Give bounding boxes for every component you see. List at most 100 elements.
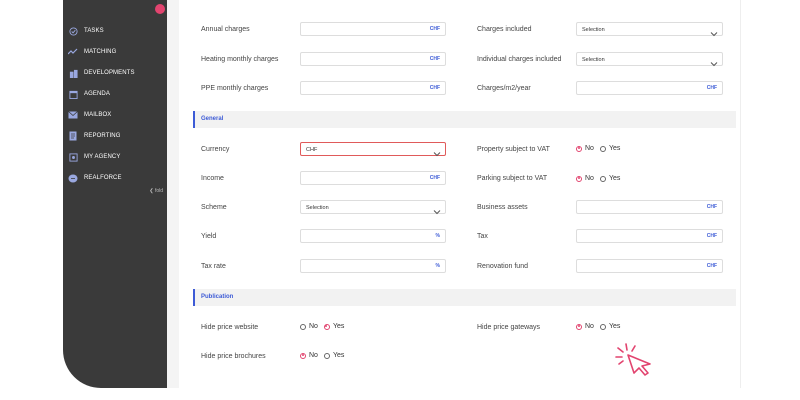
radio-unselected xyxy=(300,323,306,330)
radio-label: No xyxy=(585,145,594,152)
gutter xyxy=(167,0,179,388)
currency-unit: CHF xyxy=(706,204,717,210)
radio-label: Yes xyxy=(608,145,621,152)
radio-option-no[interactable]: No xyxy=(576,323,594,330)
radio-option-yes[interactable]: Yes xyxy=(323,323,345,330)
radio-option-yes[interactable]: Yes xyxy=(599,145,621,152)
income-label: Income xyxy=(201,175,224,182)
sidebar-item-label: MY AGENCY xyxy=(84,154,121,160)
radio-option-yes[interactable]: Yes xyxy=(599,323,621,330)
sidebar-item-tasks[interactable]: TASKS xyxy=(63,21,167,41)
percent-unit: % xyxy=(435,263,440,269)
sidebar-item-label: REALFORCE xyxy=(84,175,122,181)
radio-label: Yes xyxy=(332,323,345,330)
hide-price-website-label: Hide price website xyxy=(201,324,259,331)
income-input[interactable]: CHF xyxy=(300,171,446,185)
scheme-select[interactable]: Selection xyxy=(300,200,446,215)
chevron-down-icon xyxy=(433,203,441,221)
radio-selected xyxy=(576,175,582,182)
radio-selected xyxy=(300,352,306,359)
hide-price-brochures-radio-group: No Yes xyxy=(300,352,350,359)
currency-select[interactable]: CHF xyxy=(300,142,446,157)
chevron-down-icon xyxy=(710,25,718,43)
sidebar-item-developments[interactable]: DEVELOPMENTS xyxy=(63,63,167,83)
renovation-fund-input[interactable]: CHF xyxy=(576,259,723,273)
check-circle-icon xyxy=(68,26,78,36)
hide-price-gateways-label: Hide price gateways xyxy=(477,324,541,331)
section-accent-bar xyxy=(193,289,195,306)
sidebar-item-mailbox[interactable]: MAILBOX xyxy=(63,105,167,125)
percent-unit: % xyxy=(435,233,440,239)
currency-unit: CHF xyxy=(429,56,440,62)
business-assets-input[interactable]: CHF xyxy=(576,200,723,214)
tax-rate-input[interactable]: % xyxy=(300,259,446,273)
annual-charges-label: Annual charges xyxy=(201,26,250,33)
sidebar-item-realforce[interactable]: REALFORCE xyxy=(63,168,167,188)
radio-unselected xyxy=(599,175,606,182)
building-icon xyxy=(68,68,78,78)
parking-vat-radio-group: No Yes xyxy=(576,175,626,182)
sidebar-item-label: MATCHING xyxy=(84,49,117,55)
individual-charges-select[interactable]: Selection xyxy=(576,52,723,67)
realforce-icon xyxy=(68,173,78,183)
select-value: Selection xyxy=(582,56,605,63)
annual-charges-input[interactable]: CHF xyxy=(300,22,446,36)
charges-m2-input[interactable]: CHF xyxy=(576,81,723,95)
radio-label: Yes xyxy=(608,323,621,330)
radio-selected xyxy=(576,145,582,152)
radio-option-no[interactable]: No xyxy=(576,145,594,152)
tax-label: Tax xyxy=(477,233,488,240)
report-icon xyxy=(68,131,78,141)
select-value: CHF xyxy=(306,146,318,153)
hide-price-website-radio-group: No Yes xyxy=(300,323,350,330)
charges-m2-label: Charges/m2/year xyxy=(477,85,531,92)
mail-icon xyxy=(68,110,78,120)
radio-option-no[interactable]: No xyxy=(300,323,318,330)
ppe-monthly-input[interactable]: CHF xyxy=(300,81,446,95)
currency-unit: CHF xyxy=(429,85,440,91)
radio-option-no[interactable]: No xyxy=(576,175,594,182)
ppe-monthly-label: PPE monthly charges xyxy=(201,85,269,92)
select-value: Selection xyxy=(582,26,605,33)
section-accent-bar xyxy=(193,111,195,128)
currency-unit: CHF xyxy=(706,233,717,239)
section-title: General xyxy=(201,116,224,122)
radio-option-yes[interactable]: Yes xyxy=(599,175,620,182)
radio-unselected xyxy=(323,352,330,359)
radio-selected xyxy=(323,323,330,330)
radio-option-no[interactable]: No xyxy=(300,352,318,359)
sidebar-item-label: REPORTING xyxy=(84,133,121,139)
collapse-sidebar-button[interactable]: ❮ fold xyxy=(149,188,163,194)
radio-selected xyxy=(576,323,582,330)
radio-option-yes[interactable]: Yes xyxy=(323,352,345,359)
radio-label: No xyxy=(309,352,318,359)
radio-label: No xyxy=(585,175,594,182)
sidebar-item-label: MAILBOX xyxy=(84,112,112,118)
sidebar-item-reporting[interactable]: REPORTING xyxy=(63,126,167,146)
hide-price-brochures-label: Hide price brochures xyxy=(201,353,266,360)
currency-unit: CHF xyxy=(706,263,717,269)
radio-unselected xyxy=(599,145,606,152)
radio-label: Yes xyxy=(332,352,345,359)
yield-input[interactable]: % xyxy=(300,229,446,243)
business-assets-label: Business assets xyxy=(477,204,528,211)
sidebar-item-agenda[interactable]: AGENDA xyxy=(63,84,167,104)
individual-charges-label: Individual charges included xyxy=(477,56,562,63)
scheme-label: Scheme xyxy=(201,204,227,211)
sidebar-item-matching[interactable]: MATCHING xyxy=(63,42,167,62)
property-vat-label: Property subject to VAT xyxy=(477,146,550,153)
select-value: Selection xyxy=(306,204,329,211)
main-form: Annual charges CHF Charges included Sele… xyxy=(180,0,741,388)
sidebar-item-my-agency[interactable]: MY AGENCY xyxy=(63,147,167,167)
currency-label: Currency xyxy=(201,146,230,153)
sidebar-item-label: DEVELOPMENTS xyxy=(84,70,135,76)
radio-label: No xyxy=(309,323,318,330)
tax-input[interactable]: CHF xyxy=(576,229,723,243)
charges-included-select[interactable]: Selection xyxy=(576,22,723,37)
radio-label: No xyxy=(585,323,594,330)
sidebar-item-label: TASKS xyxy=(84,28,104,34)
matching-icon xyxy=(68,47,78,57)
property-vat-radio-group: No Yes xyxy=(576,145,626,152)
calendar-icon xyxy=(68,89,78,99)
heating-monthly-input[interactable]: CHF xyxy=(300,52,446,66)
